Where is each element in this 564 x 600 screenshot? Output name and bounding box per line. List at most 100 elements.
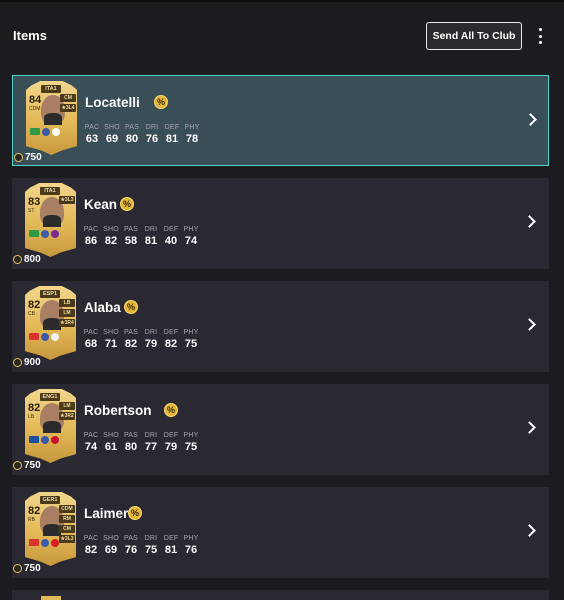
stat-label: DEF — [163, 226, 179, 233]
stat-value: 71 — [104, 338, 118, 350]
stat-label: DRI — [144, 226, 158, 233]
player-name: Locatelli — [85, 95, 140, 110]
league-badge: ITA1 — [40, 187, 60, 195]
list-item[interactable]: ITA1 84 CDM CM ★3L4 750 Locatelli % PAC … — [12, 75, 549, 166]
stat-value: 61 — [104, 441, 118, 453]
stat-label: SHO — [103, 329, 119, 336]
stat: PAC 86 — [84, 226, 98, 247]
card-rating: 82 — [28, 402, 41, 414]
card-rating: 82 — [28, 299, 41, 311]
chemistry-icon: % — [128, 506, 142, 520]
club-crest-icon — [51, 333, 59, 341]
list-item-partial[interactable] — [12, 590, 549, 600]
player-stats: PAC 68 SHO 71 PAS 82 DRI 79 DEF 82 PHY 7… — [84, 329, 199, 350]
stat-value: 81 — [144, 235, 158, 247]
league-badge: ENG1 — [40, 393, 60, 401]
stat-label: SHO — [103, 432, 119, 439]
stat: DRI 81 — [144, 226, 158, 247]
stat: DRI 77 — [144, 432, 158, 453]
stat-value: 69 — [105, 133, 119, 145]
stat-label: DEF — [163, 329, 179, 336]
stat-value: 74 — [184, 235, 198, 247]
stat-value: 58 — [124, 235, 138, 247]
chevron-right-icon[interactable] — [523, 318, 536, 331]
card-rating: 83 — [28, 196, 41, 208]
stat-label: PHY — [183, 432, 199, 439]
card-position: RB — [28, 517, 35, 523]
nation-flag-icon — [29, 436, 39, 443]
stat: PAS 82 — [124, 329, 138, 350]
coin-icon — [13, 461, 22, 470]
role-badge: ★3R2 — [59, 412, 75, 420]
stat-label: DRI — [144, 329, 158, 336]
club-crest-icon — [51, 539, 59, 547]
list-item[interactable]: ESP1 82 CB LB LM ★3R4 900 Alaba % PAC 68… — [12, 281, 549, 372]
chevron-right-icon[interactable] — [523, 524, 536, 537]
role-badge: CM — [59, 525, 75, 533]
role-badge: ★3R4 — [59, 319, 75, 327]
price: 900 — [13, 357, 41, 368]
card-position: CB — [28, 311, 35, 317]
send-all-to-club-button[interactable]: Send All To Club — [426, 22, 522, 50]
stat-label: PHY — [183, 226, 199, 233]
stat: PAS 76 — [124, 535, 138, 556]
chevron-right-icon[interactable] — [524, 113, 537, 126]
list-item[interactable]: ITA1 83 ST ★3L3 800 Kean % PAC 86 SHO 82… — [12, 178, 549, 269]
chemistry-icon: % — [120, 197, 134, 211]
league-logo-icon — [42, 128, 50, 136]
list-item[interactable]: GER1 82 RB CDM RM CM ★3L3 750 Laimer % P… — [12, 487, 549, 578]
stat: DRI 75 — [144, 535, 158, 556]
stat: DEF 82 — [164, 329, 178, 350]
stat-value: 76 — [145, 133, 159, 145]
stat: DEF 40 — [164, 226, 178, 247]
stat-value: 82 — [104, 235, 118, 247]
stat-label: SHO — [103, 226, 119, 233]
card-rating: 84 — [29, 94, 42, 106]
stat-value: 82 — [164, 338, 178, 350]
league-logo-icon — [41, 230, 49, 238]
stat-value: 82 — [124, 338, 138, 350]
card-position: CDM — [29, 106, 41, 112]
card-flags — [29, 230, 59, 238]
stat: PAC 63 — [85, 124, 99, 145]
stat-label: DEF — [164, 124, 180, 131]
stat-value: 79 — [164, 441, 178, 453]
stat: DEF 81 — [164, 535, 178, 556]
role-badges: LM ★3R2 — [59, 402, 75, 420]
league-badge: ESP1 — [40, 290, 60, 298]
stat-label: PHY — [184, 124, 200, 131]
stat-value: 68 — [84, 338, 98, 350]
stat-value: 63 — [85, 133, 99, 145]
stat: PAC 68 — [84, 329, 98, 350]
nation-flag-icon — [29, 230, 39, 237]
stat-label: PAC — [83, 432, 99, 439]
role-badge: ★3L3 — [59, 196, 75, 204]
stat: PHY 76 — [184, 535, 199, 556]
role-badge: LM — [59, 402, 75, 410]
stat: PAC 74 — [84, 432, 98, 453]
stat-label: DEF — [163, 535, 179, 542]
stat-value: 74 — [84, 441, 98, 453]
player-card: ENG1 82 LB LM ★3R2 — [25, 389, 76, 463]
more-options-icon[interactable] — [533, 26, 547, 46]
list-item[interactable]: ENG1 82 LB LM ★3R2 750 Robertson % PAC 7… — [12, 384, 549, 475]
club-crest-icon — [52, 128, 60, 136]
card-flags — [30, 128, 60, 136]
chevron-right-icon[interactable] — [523, 421, 536, 434]
stat-label: PAC — [83, 535, 99, 542]
stat-value: 75 — [144, 544, 158, 556]
role-badge: LM — [59, 309, 75, 317]
coin-icon — [13, 255, 22, 264]
stat-value: 69 — [104, 544, 118, 556]
role-badges: CDM RM CM ★3L3 — [59, 505, 75, 543]
price: 800 — [13, 254, 41, 265]
stat: PAC 82 — [84, 535, 98, 556]
stat-value: 78 — [185, 133, 199, 145]
stat: DRI 76 — [145, 124, 159, 145]
chevron-right-icon[interactable] — [523, 215, 536, 228]
stat-label: DRI — [145, 124, 159, 131]
stat: PHY 75 — [184, 329, 199, 350]
nation-flag-icon — [30, 128, 40, 135]
stat-value: 80 — [124, 441, 138, 453]
coin-icon — [14, 153, 23, 162]
